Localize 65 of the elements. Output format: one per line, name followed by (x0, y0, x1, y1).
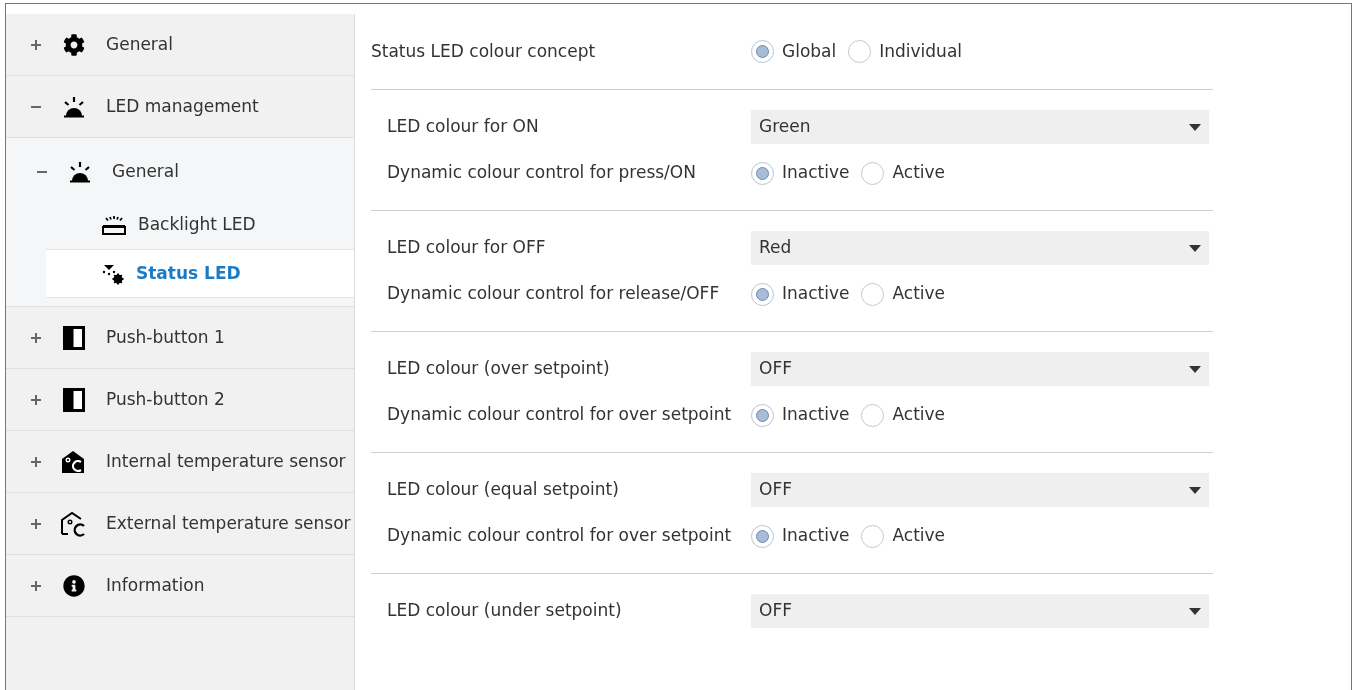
tree-item-label[interactable]: General (112, 159, 179, 185)
tree-item-label[interactable]: Push-button 1 (106, 324, 225, 351)
house-temperature-icon (61, 449, 87, 474)
radio-label: Active (892, 524, 946, 548)
led-gear-icon (100, 262, 126, 285)
tree-item-label[interactable]: Status LED (136, 260, 241, 287)
setting-label: Dynamic colour control for release/OFF (387, 282, 721, 306)
expand-icon[interactable] (30, 38, 42, 51)
dropdown-caret-icon (1189, 365, 1201, 373)
radio-label: Inactive (782, 161, 850, 185)
setting-label: LED colour (under setpoint) (387, 599, 623, 623)
expand-icon[interactable] (30, 517, 42, 530)
radio-button[interactable] (751, 403, 774, 427)
expand-icon[interactable] (30, 579, 42, 592)
info-icon (63, 574, 85, 597)
radio-button[interactable] (751, 282, 774, 306)
radio-button[interactable] (861, 161, 885, 185)
radio-label: Inactive (782, 282, 850, 306)
expand-icon[interactable] (30, 455, 42, 468)
dropdown-caret-icon (1189, 123, 1201, 131)
radio-label: Global (782, 39, 837, 63)
tree-item-label[interactable]: External temperature sensor (106, 510, 351, 537)
setting-label: Dynamic colour control for over setpoint (387, 524, 733, 548)
tree-item-label[interactable]: Internal temperature sensor (106, 448, 346, 475)
setting-label: LED colour (equal setpoint) (387, 478, 620, 502)
radio-button[interactable] (751, 524, 774, 548)
settings-icon (63, 33, 85, 56)
colour-dropdown[interactable]: OFF (751, 473, 1209, 507)
colour-dropdown[interactable]: Green (751, 110, 1209, 144)
setting-label: LED colour (over setpoint) (387, 357, 611, 381)
radio-button[interactable] (751, 40, 774, 63)
expand-icon[interactable] (30, 331, 42, 344)
backlight-icon (100, 213, 128, 236)
setting-label: Dynamic colour control for press/ON (387, 161, 697, 185)
radio-button[interactable] (861, 524, 885, 548)
tree-item-label[interactable]: General (106, 31, 173, 58)
tree-item-label[interactable]: Push-button 2 (106, 386, 225, 413)
dropdown-caret-icon (1189, 486, 1201, 494)
tree-item-label[interactable]: Information (106, 572, 205, 599)
radio-button[interactable] (861, 282, 885, 306)
push-button-icon (63, 387, 85, 412)
tree-item-label[interactable]: LED management (106, 93, 259, 120)
dropdown-caret-icon (1189, 607, 1201, 615)
radio-label: Active (892, 161, 946, 185)
colour-dropdown[interactable]: OFF (751, 594, 1209, 628)
radio-button[interactable] (861, 403, 885, 427)
dropdown-caret-icon (1189, 244, 1201, 252)
radio-label: Active (892, 282, 946, 306)
radio-label: Active (892, 403, 946, 427)
radio-label: Inactive (782, 524, 850, 548)
setting-label: LED colour for OFF (387, 236, 547, 260)
beacon-icon (68, 161, 92, 183)
setting-label: Status LED colour concept (371, 39, 597, 63)
setting-label: Dynamic colour control for over setpoint (387, 403, 733, 427)
radio-button[interactable] (751, 161, 774, 185)
radio-label: Individual (879, 39, 963, 63)
beacon-icon (62, 95, 86, 118)
radio-label: Inactive (782, 403, 850, 427)
expand-icon[interactable] (30, 393, 42, 406)
setting-label: LED colour for ON (387, 115, 540, 139)
radio-button[interactable] (848, 40, 872, 63)
push-button-icon (63, 325, 85, 350)
tree-item-label[interactable]: Backlight LED (138, 211, 256, 238)
colour-dropdown[interactable]: OFF (751, 352, 1209, 386)
colour-dropdown[interactable]: Red (751, 231, 1209, 265)
